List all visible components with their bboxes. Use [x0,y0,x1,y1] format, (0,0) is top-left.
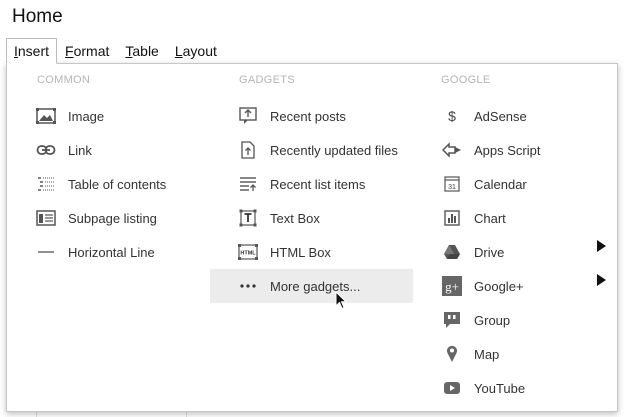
table-of-contents-icon [35,173,57,195]
menu-item-label: Link [68,142,92,158]
menu-item-label: Image [68,108,105,124]
menu-item-label: AdSense [474,108,527,124]
menu-item-label: Recent posts [270,108,346,124]
drive-icon [441,241,463,263]
menu-item-label: Calendar [474,176,527,192]
menu-item-label: Text Box [270,210,320,226]
text-box-icon [237,207,259,229]
menu-item-recent-posts[interactable]: Recent posts [237,99,417,133]
menu-layout[interactable]: Layout [167,38,225,64]
menu-table[interactable]: Table [117,38,166,64]
subpage-listing-icon [35,207,57,229]
menu-item-label: Map [474,346,500,362]
menu-insert-label: nsert [17,43,50,59]
menu-item-label: Apps Script [474,142,541,158]
menu-item-label: Drive [474,244,505,260]
menu-item-youtube[interactable]: YouTube [441,371,606,405]
calendar-icon-text: 31 [448,184,456,191]
link-icon [35,139,57,161]
menu-item-label: Recent list items [270,176,366,192]
menu-insert[interactable]: Insert [6,38,58,64]
menu-item-google-plus[interactable]: g+ Google+ [441,269,606,303]
recent-posts-icon [237,105,259,127]
menu-item-label: Chart [474,210,506,226]
menu-item-subpage-listing[interactable]: Subpage listing [35,201,215,235]
horizontal-line-icon [35,241,57,263]
more-gadgets-icon [237,275,259,297]
google-column-header: GOOGLE [441,74,491,86]
menu-item-html-box[interactable]: HTML HTML Box [237,235,417,269]
menu-item-adsense[interactable]: $ AdSense [441,99,606,133]
drive-submenu-arrow-icon [597,240,606,252]
calendar-icon: 31 [441,173,463,195]
menu-item-label: Table of contents [68,176,167,192]
google-plus-submenu-arrow-icon [597,274,606,286]
menu-item-apps-script[interactable]: Apps Script [441,133,606,167]
gadgets-column-header: GADGETS [239,74,295,86]
mouse-pointer-icon [335,290,348,315]
menu-item-image[interactable]: Image [35,99,215,133]
google-plus-icon: g+ [441,275,463,297]
menubar: Insert Format Table Layout [6,38,225,64]
menu-item-calendar[interactable]: 31 Calendar [441,167,606,201]
menu-item-link[interactable]: Link [35,133,215,167]
page-title: Home [12,6,63,27]
menu-item-more-gadgets[interactable]: More gadgets... [210,269,413,303]
menu-item-recent-list-items[interactable]: Recent list items [237,167,417,201]
recent-list-items-icon [237,173,259,195]
menu-item-drive[interactable]: Drive [441,235,606,269]
menu-item-text-box[interactable]: Text Box [237,201,417,235]
map-icon [441,343,463,365]
menu-item-table-of-contents[interactable]: Table of contents [35,167,215,201]
menu-layout-mnemonic: L [174,43,183,59]
html-box-icon: HTML [237,241,259,263]
html-box-icon-text: HTML [240,251,256,257]
youtube-icon [441,377,463,399]
menu-item-group[interactable]: Group [441,303,606,337]
google-plus-icon-text: g+ [445,279,459,294]
menu-item-horizontal-line[interactable]: Horizontal Line [35,235,215,269]
menu-item-label: Google+ [474,278,524,294]
menu-item-chart[interactable]: Chart [441,201,606,235]
adsense-icon: $ [448,108,456,124]
menu-format-label: ormat [73,43,110,59]
menu-layout-label: ayout [182,43,217,59]
image-icon [35,105,57,127]
recently-updated-files-icon [237,139,259,161]
menu-item-label: YouTube [474,380,526,396]
group-icon [441,309,463,331]
common-column-header: COMMON [37,74,91,86]
menu-format-mnemonic: F [65,43,74,59]
menu-item-label: Recently updated files [270,142,398,158]
chart-icon [441,207,463,229]
menu-table-label: able [132,43,159,59]
menu-item-label: Group [474,312,511,328]
apps-script-icon [441,139,463,161]
menu-item-map[interactable]: Map [441,337,606,371]
insert-dropdown-menu: COMMON Image Link Table of contents Subp… [6,63,618,412]
menu-item-label: HTML Box [270,244,331,260]
menu-item-label: Subpage listing [68,210,157,226]
menu-format[interactable]: Format [57,38,117,64]
menu-item-recently-updated-files[interactable]: Recently updated files [237,133,417,167]
menu-item-label: Horizontal Line [68,244,155,260]
